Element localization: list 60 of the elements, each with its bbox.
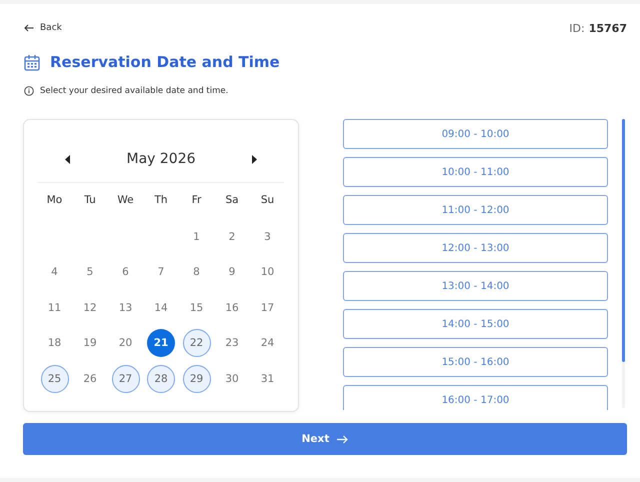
back-arrow-icon [24, 24, 34, 32]
weekday-label: Sa [224, 192, 240, 208]
calendar-day: 6 [112, 258, 140, 286]
time-slot-button[interactable]: 14:00 - 15:00 [343, 309, 608, 339]
weekday-label: Fr [190, 192, 202, 208]
month-title: May 2026 [126, 151, 196, 167]
time-slot-button[interactable]: 13:00 - 14:00 [343, 271, 608, 301]
available-day[interactable]: 27 [112, 364, 140, 393]
next-button[interactable]: Next [23, 423, 627, 455]
calendar-day: 15 [182, 294, 210, 322]
previous-month-icon[interactable] [65, 154, 71, 164]
weekday-label: Tu [83, 192, 97, 208]
calendar-day: 12 [76, 294, 104, 322]
available-day[interactable]: 21 [147, 329, 175, 358]
time-slot-button[interactable]: 11:00 - 12:00 [343, 195, 608, 225]
calendar-day: 16 [218, 294, 246, 322]
calendar-day: 2 [218, 222, 246, 251]
calendar-icon [24, 54, 40, 70]
arrow-right-icon [337, 434, 348, 444]
weekday-label: We [116, 192, 135, 208]
available-day[interactable]: 22 [182, 329, 210, 358]
time-slot-button[interactable]: 09:00 - 10:00 [343, 119, 608, 149]
calendar-day: 23 [218, 329, 246, 358]
next-month-icon[interactable] [251, 154, 257, 164]
calendar-day: 24 [254, 329, 282, 358]
calendar-day: 31 [254, 364, 282, 393]
calendar-day: 18 [40, 329, 68, 358]
calendar-day: 9 [218, 258, 246, 286]
calendar-day: 30 [218, 364, 246, 393]
id-label: ID: [569, 22, 585, 34]
time-slot-button[interactable]: 12:00 - 13:00 [343, 233, 608, 263]
calendar-day: 4 [40, 258, 68, 286]
calendar-day: 14 [147, 294, 175, 322]
calendar-day: 7 [147, 258, 175, 286]
weekday-label: Su [260, 192, 276, 208]
calendar-day: 8 [182, 258, 210, 286]
scrollbar-thumb[interactable] [622, 119, 625, 362]
available-day[interactable]: 25 [40, 364, 68, 393]
weekday-label: Th [153, 192, 169, 208]
time-slot-button[interactable]: 15:00 - 16:00 [343, 347, 608, 377]
calendar-day: 17 [254, 294, 282, 322]
time-slot-button[interactable]: 10:00 - 11:00 [343, 157, 608, 187]
calendar-day: 20 [112, 329, 140, 358]
info-icon [24, 86, 34, 96]
info-text: Select your desired available date and time. [40, 86, 228, 96]
calendar-day: 11 [40, 294, 68, 322]
calendar-day: 10 [254, 258, 282, 286]
page-title: Reservation Date and Time [50, 53, 280, 71]
available-day[interactable]: 28 [147, 364, 175, 393]
calendar-day: 26 [76, 364, 104, 393]
back-link[interactable]: Back [24, 23, 62, 33]
calendar-day: 19 [76, 329, 104, 358]
calendar-day: 13 [112, 294, 140, 322]
id-value: 15767 [588, 22, 627, 34]
time-slot-button[interactable]: 16:00 - 17:00 [343, 385, 608, 410]
weekday-label: Mo [46, 192, 64, 208]
available-day[interactable]: 29 [182, 364, 210, 393]
calendar-day: 1 [182, 222, 210, 251]
calendar-day: 3 [254, 222, 282, 251]
calendar-day: 5 [76, 258, 104, 286]
